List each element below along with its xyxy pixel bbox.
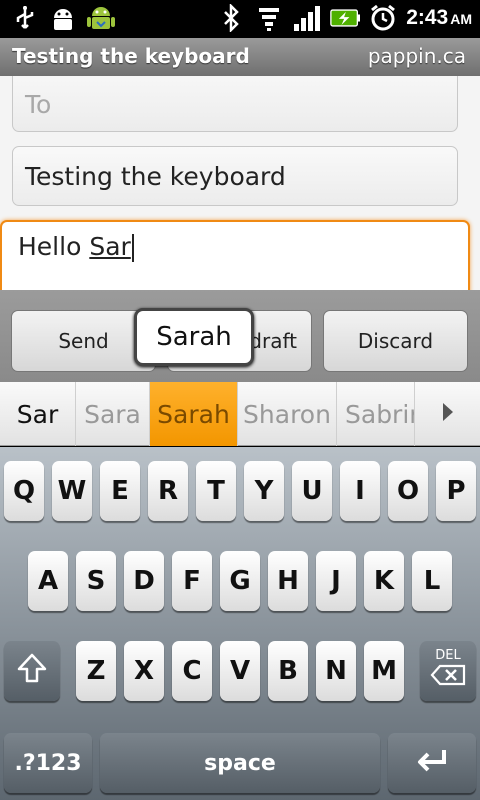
clock: 2:43 AM xyxy=(406,6,472,29)
android-debug-icon xyxy=(48,3,78,33)
shift-arrow-icon xyxy=(17,652,47,691)
account-label: pappin.ca xyxy=(367,44,466,68)
key-o[interactable]: O xyxy=(388,461,428,521)
alarm-icon xyxy=(368,3,398,33)
chevron-right-icon xyxy=(440,400,456,429)
key-m[interactable]: M xyxy=(364,641,404,701)
subject-field[interactable]: Testing the keyboard xyxy=(12,146,458,206)
page-title: Testing the keyboard xyxy=(12,44,250,68)
suggestion-item[interactable]: Sabrina xyxy=(337,382,415,446)
key-l[interactable]: L xyxy=(412,551,452,611)
signal-icon xyxy=(292,3,322,33)
enter-return-icon xyxy=(414,746,450,781)
suggestion-item[interactable]: Sharon xyxy=(238,382,337,446)
soft-keyboard: Q W E R T Y U I O P A S D F G H J K L Z … xyxy=(0,447,480,800)
suggestion-preview-popup: Sarah xyxy=(134,308,254,366)
key-j[interactable]: J xyxy=(316,551,356,611)
suggestion-item[interactable]: Sara xyxy=(76,382,150,446)
key-t[interactable]: T xyxy=(196,461,236,521)
more-suggestions-button[interactable] xyxy=(415,382,480,446)
key-w[interactable]: W xyxy=(52,461,92,521)
key-z[interactable]: Z xyxy=(76,641,116,701)
suggestion-typed[interactable]: Sar xyxy=(0,382,76,446)
status-bar: 2:43 AM xyxy=(0,0,480,38)
backspace-icon xyxy=(430,663,466,693)
enter-key[interactable] xyxy=(388,733,476,793)
compose-form: To Testing the keyboard Hello Sar xyxy=(0,76,480,290)
key-r[interactable]: R xyxy=(148,461,188,521)
title-bar: Testing the keyboard pappin.ca xyxy=(0,38,480,76)
battery-charging-icon xyxy=(330,3,361,33)
text-cursor xyxy=(131,234,134,262)
key-d[interactable]: D xyxy=(124,551,164,611)
key-c[interactable]: C xyxy=(172,641,212,701)
suggestion-item-selected[interactable]: Sarah xyxy=(150,382,238,446)
delete-key[interactable]: DEL xyxy=(420,641,476,701)
delete-key-label: DEL xyxy=(435,648,461,663)
key-u[interactable]: U xyxy=(292,461,332,521)
discard-button[interactable]: Discard xyxy=(323,310,468,372)
key-y[interactable]: Y xyxy=(244,461,284,521)
key-f[interactable]: F xyxy=(172,551,212,611)
key-e[interactable]: E xyxy=(100,461,140,521)
usb-icon xyxy=(10,3,40,33)
body-text: Hello Sar xyxy=(18,232,134,262)
key-k[interactable]: K xyxy=(364,551,404,611)
key-p[interactable]: P xyxy=(436,461,476,521)
key-h[interactable]: H xyxy=(268,551,308,611)
body-field[interactable]: Hello Sar xyxy=(0,220,470,290)
key-q[interactable]: Q xyxy=(4,461,44,521)
to-field[interactable]: To xyxy=(12,76,458,132)
wifi-icon xyxy=(254,3,284,33)
key-b[interactable]: B xyxy=(268,641,308,701)
key-x[interactable]: X xyxy=(124,641,164,701)
shift-key[interactable] xyxy=(4,641,60,701)
to-placeholder: To xyxy=(25,89,52,119)
suggestion-strip: Sar Sara Sarah Sharon Sabrina xyxy=(0,382,480,446)
bluetooth-icon xyxy=(216,3,246,33)
android-robot-icon xyxy=(86,3,116,33)
key-i[interactable]: I xyxy=(340,461,380,521)
key-a[interactable]: A xyxy=(28,551,68,611)
symbols-key[interactable]: .?123 xyxy=(4,733,92,793)
key-n[interactable]: N xyxy=(316,641,356,701)
key-v[interactable]: V xyxy=(220,641,260,701)
action-button-bar: Send draft Discard Sarah xyxy=(0,290,480,382)
key-s[interactable]: S xyxy=(76,551,116,611)
space-key[interactable]: space xyxy=(100,733,380,793)
subject-text: Testing the keyboard xyxy=(25,161,286,191)
key-g[interactable]: G xyxy=(220,551,260,611)
composing-word: Sar xyxy=(89,232,131,261)
